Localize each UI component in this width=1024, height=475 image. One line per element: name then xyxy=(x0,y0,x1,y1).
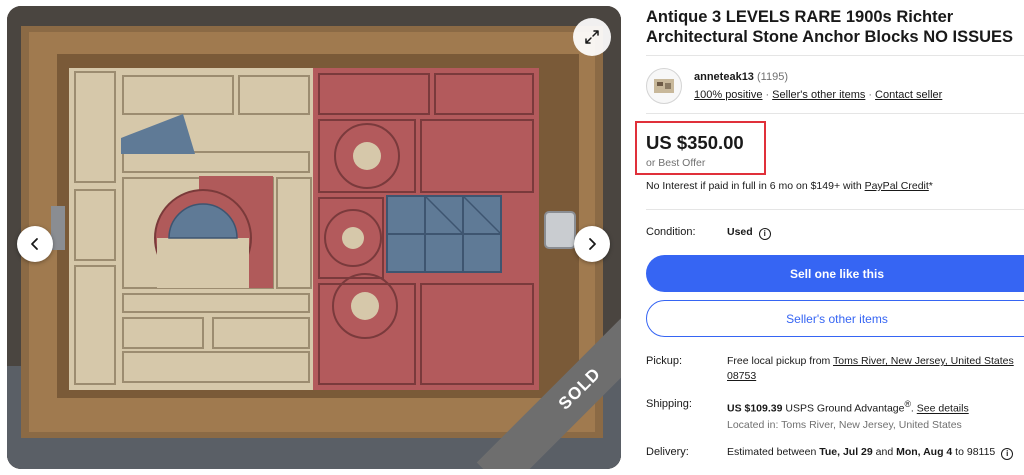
separator: · xyxy=(868,89,873,101)
next-image-button[interactable] xyxy=(574,226,610,262)
delivery-suffix: to 98115 xyxy=(952,446,996,458)
delivery-prefix: Estimated between xyxy=(727,446,820,458)
condition-value: Used xyxy=(727,226,753,238)
item-location: Located in: Toms River, New Jersey, Unit… xyxy=(727,419,962,431)
condition-value-row: Used i xyxy=(727,225,771,240)
listing-details: Antique 3 LEVELS RARE 1900s Richter Arch… xyxy=(635,0,1024,475)
expand-icon xyxy=(585,30,599,44)
best-offer-label: or Best Offer xyxy=(646,157,706,169)
pickup-label: Pickup: xyxy=(646,355,683,367)
info-icon[interactable]: i xyxy=(1001,448,1014,460)
seller-name[interactable]: anneteak13 xyxy=(694,71,754,83)
product-photo xyxy=(7,6,621,469)
expand-image-button[interactable] xyxy=(573,18,611,56)
shipping-label: Shipping: xyxy=(646,398,692,410)
seller-other-items-button[interactable]: Seller's other items xyxy=(646,300,1024,337)
info-icon[interactable]: i xyxy=(758,228,771,240)
image-gallery[interactable]: SOLD xyxy=(7,6,621,469)
pickup-location-link[interactable]: Toms River, New Jersey, United States xyxy=(833,355,1014,367)
contact-seller-link[interactable]: Contact seller xyxy=(875,89,942,101)
condition-label: Condition: xyxy=(646,226,696,238)
chevron-left-icon xyxy=(31,238,38,250)
financing-prefix: No Interest if paid in full in 6 mo on $… xyxy=(646,180,865,192)
pickup-text: Free local pickup from xyxy=(727,355,834,367)
financing-suffix: * xyxy=(928,180,933,192)
seller-feedback-count: (1195) xyxy=(757,71,788,83)
chevron-right-icon xyxy=(589,238,596,250)
separator: · xyxy=(765,89,770,101)
positive-feedback-link[interactable]: 100% positive xyxy=(694,89,763,101)
shipping-value: US $109.39 USPS Ground Advantage®. See d… xyxy=(727,397,969,417)
seller-links: 100% positive · Seller's other items · Conta… xyxy=(694,89,942,101)
financing-text: No Interest if paid in full in 6 mo on $… xyxy=(646,180,933,192)
delivery-end: Mon, Aug 4 xyxy=(896,446,953,458)
divider xyxy=(646,55,1024,56)
avatar-image xyxy=(654,79,674,93)
delivery-label: Delivery: xyxy=(646,446,689,458)
delivery-and: and xyxy=(872,446,897,458)
listing-title: Antique 3 LEVELS RARE 1900s Richter Arch… xyxy=(646,8,1014,46)
shipping-service: USPS Ground Advantage xyxy=(782,402,905,415)
pickup-zip-link[interactable]: 08753 xyxy=(727,370,756,382)
seller-info: anneteak13 (1195) xyxy=(694,71,788,83)
delivery-value: Estimated between Tue, Jul 29 and Mon, A… xyxy=(727,445,1014,460)
price: US $350.00 xyxy=(646,132,744,153)
divider xyxy=(646,113,1024,114)
shipping-cost: US $109.39 xyxy=(727,402,783,415)
seller-other-items-link[interactable]: Seller's other items xyxy=(772,89,865,101)
delivery-start: Tue, Jul 29 xyxy=(819,446,873,458)
pickup-value: Free local pickup from Toms River, New J… xyxy=(727,354,1014,384)
divider xyxy=(646,209,1024,210)
paypal-credit-link[interactable]: PayPal Credit xyxy=(865,180,929,192)
previous-image-button[interactable] xyxy=(17,226,53,262)
sell-one-like-this-button[interactable]: Sell one like this xyxy=(646,255,1024,292)
seller-avatar[interactable] xyxy=(646,68,682,104)
see-details-link[interactable]: See details xyxy=(917,403,969,415)
